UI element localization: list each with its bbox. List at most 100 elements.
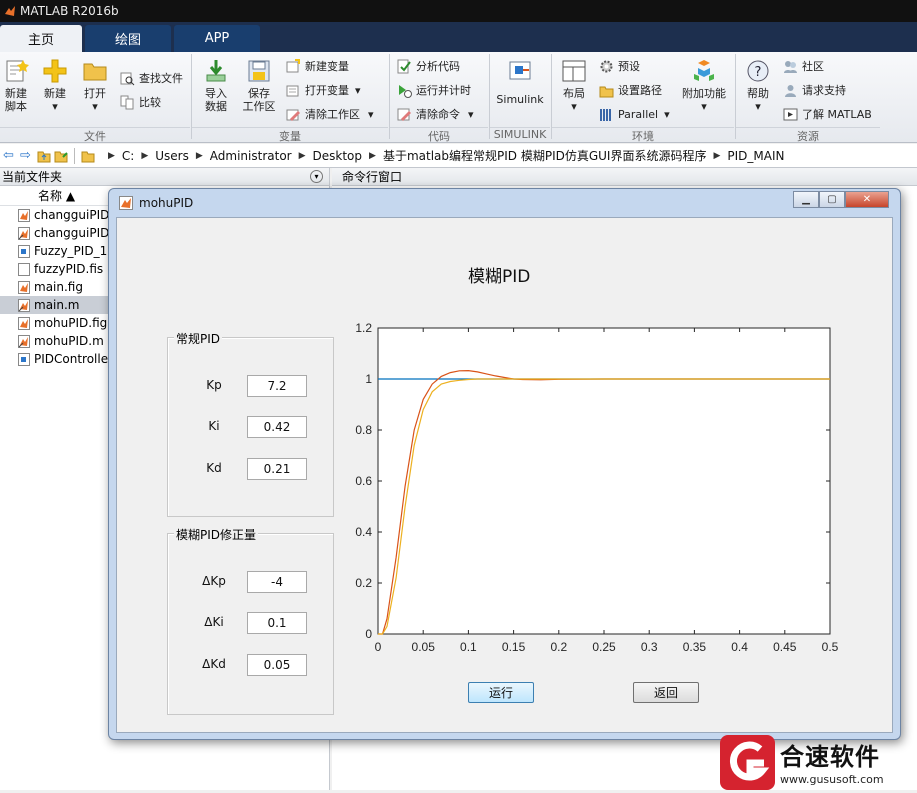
ribbon: 新建 脚本 新建 ▾ 打开 ▾ 查找文件 比较 文件 导入 数据 保存 工作区 … xyxy=(0,52,917,143)
breadcrumb-separator: ▶ xyxy=(713,150,721,161)
matlab-logo-icon xyxy=(5,6,15,16)
group-label-code: 代码 xyxy=(390,127,488,143)
back-icon[interactable]: ⇦ xyxy=(3,148,17,163)
find-files-icon xyxy=(120,72,135,85)
breadcrumb-item[interactable]: C: xyxy=(122,149,134,163)
simulink-button[interactable]: Simulink xyxy=(494,58,546,106)
maximize-icon: ▢ xyxy=(827,194,837,205)
set-path-icon xyxy=(599,86,614,97)
close-button[interactable]: ✕ xyxy=(845,191,889,208)
chevron-down-icon: ▾ xyxy=(755,100,761,113)
y-tick-label: 0 xyxy=(365,627,372,641)
kp-label: Kp xyxy=(206,378,222,392)
set-path-button[interactable]: 设置路径 xyxy=(599,81,662,99)
y-tick-label: 1 xyxy=(365,372,372,386)
back-button[interactable]: 返回 xyxy=(633,682,699,703)
folder-open-icon xyxy=(83,63,107,81)
new-button[interactable]: 新建 ▾ xyxy=(38,58,72,113)
breadcrumb-item[interactable]: Desktop xyxy=(313,149,363,163)
tab-plots[interactable]: 绘图 xyxy=(85,25,171,52)
x-tick-label: 0.4 xyxy=(731,640,748,654)
breadcrumb-item[interactable]: Users xyxy=(155,149,189,163)
file-name: main.fig xyxy=(34,280,83,294)
folder-icon xyxy=(81,151,95,162)
y-tick-label: 0.4 xyxy=(355,525,372,539)
minimize-button[interactable]: ▁ xyxy=(793,191,819,208)
import-data-button[interactable]: 导入 数据 xyxy=(200,58,232,113)
chevron-down-icon: ▾ xyxy=(92,100,98,113)
analyze-code-button[interactable]: 分析代码 xyxy=(397,57,460,75)
file-name: Fuzzy_PID_1.r xyxy=(34,244,116,258)
group-label-variable: 变量 xyxy=(192,127,388,143)
help-button[interactable]: ? 帮助 ▾ xyxy=(742,58,774,113)
pid-panel-title: 常规PID xyxy=(174,330,223,347)
compare-button[interactable]: 比较 xyxy=(120,93,161,111)
tab-apps[interactable]: APP xyxy=(174,25,260,52)
open-button[interactable]: 打开 ▾ xyxy=(78,58,112,113)
learn-matlab-button[interactable]: 了解 MATLAB xyxy=(783,105,872,123)
delta-kp-input[interactable] xyxy=(247,571,307,593)
ki-input[interactable] xyxy=(247,416,307,438)
breadcrumb-separator: ▶ xyxy=(369,150,376,161)
mdl-file-icon xyxy=(18,352,30,366)
community-button[interactable]: 社区 xyxy=(783,57,824,75)
command-window-header: 命令行窗口 xyxy=(332,168,917,186)
matlab-figure-icon xyxy=(119,196,133,210)
clear-workspace-icon xyxy=(286,109,300,121)
watermark-brand: 合速软件 xyxy=(780,743,880,771)
address-bar: ⇦ ⇨ ▶ C: ▶ Users ▶ Administrator ▶ Deskt… xyxy=(0,144,917,168)
save-workspace-icon xyxy=(248,60,270,82)
add-ons-icon xyxy=(694,60,714,81)
chevron-down-icon: ▾ xyxy=(468,107,474,121)
group-label-file: 文件 xyxy=(0,127,190,143)
x-tick-label: 0.5 xyxy=(822,640,839,654)
request-support-button[interactable]: 请求支持 xyxy=(783,81,846,99)
chevron-down-icon: ▾ xyxy=(368,107,374,121)
browse-folder-icon[interactable] xyxy=(54,149,68,163)
m-file-icon xyxy=(18,334,30,348)
analyze-code-icon xyxy=(397,59,411,73)
open-variable-button[interactable]: 打开变量 ▾ xyxy=(286,81,361,99)
kp-input[interactable] xyxy=(247,375,307,397)
layout-button[interactable]: 布局 ▾ xyxy=(558,58,590,113)
close-icon: ✕ xyxy=(862,194,872,205)
fuzzy-panel-title: 模糊PID修正量 xyxy=(174,526,259,543)
current-folder-title: 当前文件夹 xyxy=(2,170,63,184)
preferences-button[interactable]: 预设 xyxy=(599,57,640,75)
forward-icon[interactable]: ⇨ xyxy=(20,148,34,163)
figure-window-titlebar: mohuPID xyxy=(109,189,900,217)
response-chart: 0 0.05 0.1 0.15 0.2 0.25 0.3 0.35 0.4 0.45 0.5 0 0.2… xyxy=(355,321,839,654)
parallel-button[interactable]: Parallel ▾ xyxy=(599,105,670,123)
delta-ki-input[interactable] xyxy=(247,612,307,634)
y-tick-label: 0.8 xyxy=(355,423,372,437)
add-ons-button[interactable]: 附加功能 ▾ xyxy=(680,58,728,113)
tab-home[interactable]: 主页 xyxy=(0,25,82,52)
kd-label: Kd xyxy=(206,461,222,475)
run-and-time-button[interactable]: 运行并计时 xyxy=(397,81,471,99)
x-tick-label: 0.05 xyxy=(412,640,436,654)
breadcrumb-item[interactable]: 基于matlab编程常规PID 模糊PID仿真GUI界面系统源码程序 xyxy=(383,147,707,164)
new-variable-button[interactable]: 新建变量 xyxy=(286,57,349,75)
up-folder-icon[interactable] xyxy=(37,149,51,163)
breadcrumb-item[interactable]: PID_MAIN xyxy=(727,149,784,163)
delta-kd-input[interactable] xyxy=(247,654,307,676)
clear-workspace-button[interactable]: 清除工作区 ▾ xyxy=(286,105,374,123)
chevron-down-icon: ▾ xyxy=(52,100,58,113)
panel-menu-icon[interactable]: ▾ xyxy=(310,170,323,183)
app-titlebar: MATLAB R2016b xyxy=(0,0,917,22)
run-button[interactable]: 运行 xyxy=(468,682,534,703)
maximize-button[interactable]: ▢ xyxy=(819,191,845,208)
clear-commands-button[interactable]: 清除命令 ▾ xyxy=(397,105,474,123)
breadcrumb-item[interactable]: Administrator xyxy=(210,149,292,163)
kd-input[interactable] xyxy=(247,458,307,480)
find-files-button[interactable]: 查找文件 xyxy=(120,69,183,87)
new-script-button[interactable]: 新建 脚本 xyxy=(2,58,30,113)
watermark-logo-icon xyxy=(720,735,775,790)
app-title: MATLAB R2016b xyxy=(20,4,119,18)
file-name: main.m xyxy=(34,298,80,312)
save-workspace-button[interactable]: 保存 工作区 xyxy=(240,58,278,113)
y-tick-label: 0.6 xyxy=(355,474,372,488)
chevron-down-icon: ▾ xyxy=(355,83,361,97)
community-icon xyxy=(784,60,797,73)
chevron-down-icon: ▾ xyxy=(571,100,577,113)
